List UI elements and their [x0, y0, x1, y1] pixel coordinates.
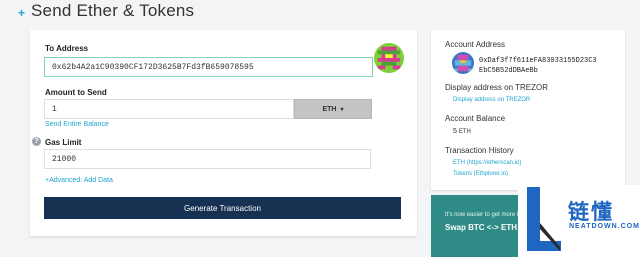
- amount-input[interactable]: 1: [44, 99, 294, 119]
- advanced-add-data-link[interactable]: +Advanced: Add Data: [45, 177, 113, 184]
- recipient-identicon: [374, 43, 404, 73]
- send-form-panel: To Address 0x62b4A2a1C90390CF172D3625B7F…: [30, 30, 417, 236]
- to-address-input[interactable]: 0x62b4A2a1C90390CF172D3625B7Fd3fB6590785…: [44, 57, 373, 77]
- amount-label: Amount to Send: [45, 88, 107, 97]
- chevron-down-icon: ▾: [340, 106, 344, 113]
- account-address-label: Account Address: [445, 40, 506, 49]
- display-address-link[interactable]: Display address on TREZOR: [453, 97, 530, 103]
- currency-dropdown[interactable]: ETH ▾: [294, 99, 372, 119]
- gas-limit-input[interactable]: 21000: [44, 149, 371, 169]
- ethplorer-link[interactable]: Tokens (Ethplorer.io): [453, 171, 508, 177]
- account-identicon: [452, 52, 474, 74]
- etherscan-link[interactable]: ETH (https://etherscan.io): [453, 160, 521, 166]
- page-title: Send Ether & Tokens: [31, 1, 195, 20]
- promo-title: Swap BTC <-> ETH: [445, 223, 518, 232]
- balance-number: 5: [453, 128, 457, 135]
- help-icon[interactable]: ?: [32, 137, 41, 146]
- generate-transaction-button[interactable]: Generate Transaction: [44, 197, 401, 219]
- watermark-logo-icon: [527, 187, 561, 251]
- balance-unit: ETH: [458, 129, 471, 135]
- page-header: + Send Ether & Tokens: [18, 0, 194, 22]
- watermark-english-text: NEATDOWN.COM: [569, 223, 640, 230]
- currency-selected: ETH: [322, 105, 337, 113]
- account-balance-label: Account Balance: [445, 114, 506, 123]
- account-address-value: 0xDaf3f7f611eFA83033155D23C3EbC5B52dDBAe…: [479, 57, 597, 75]
- send-entire-balance-link[interactable]: Send Entire Balance: [45, 121, 109, 128]
- gas-limit-label: Gas Limit: [45, 138, 82, 147]
- site-watermark: 链懂 NEATDOWN.COM: [518, 185, 640, 257]
- transaction-history-label: Transaction History: [445, 146, 514, 155]
- account-info-panel: Account Address 0xDaf3f7f611eFA83033155D…: [431, 30, 625, 190]
- swap-promo-banner[interactable]: It's now easier to get more ET Swap BTC …: [431, 195, 531, 257]
- watermark-chinese-text: 链懂: [568, 200, 614, 224]
- to-address-label: To Address: [45, 44, 89, 53]
- promo-subtitle: It's now easier to get more ET: [445, 212, 525, 218]
- balance-amount: 5 ETH: [453, 128, 471, 135]
- display-address-label: Display address on TREZOR: [445, 83, 548, 92]
- plus-icon: +: [18, 6, 26, 20]
